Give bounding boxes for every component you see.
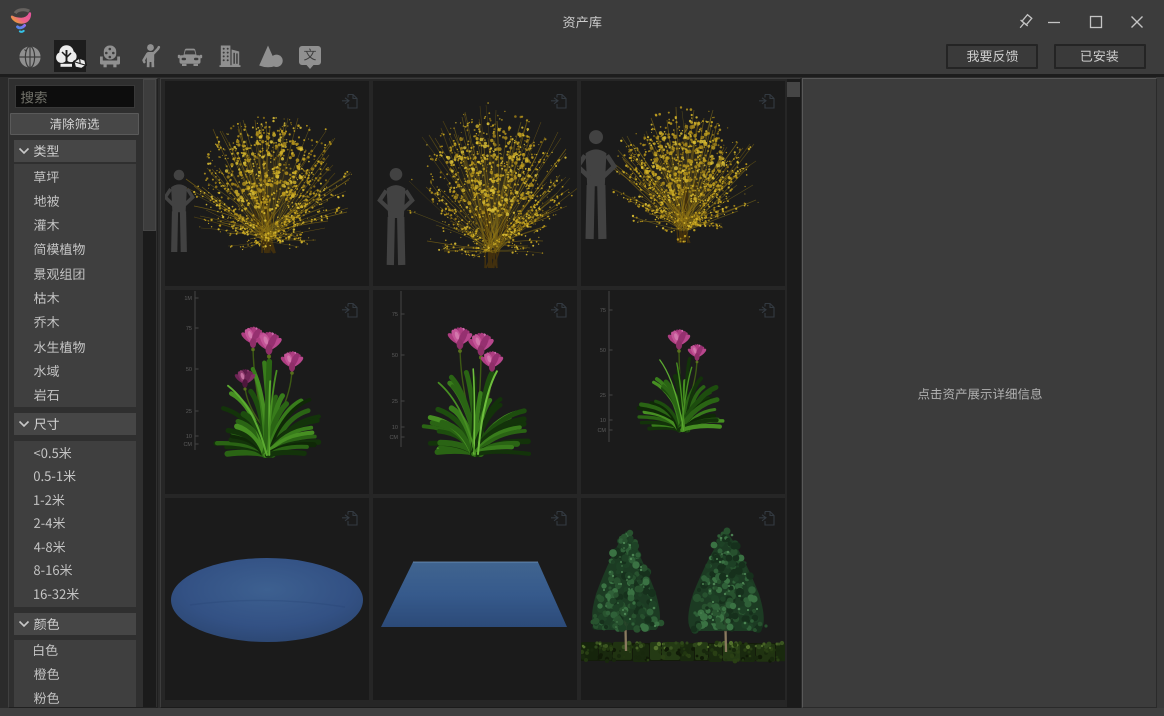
- svg-text:1M: 1M: [184, 296, 192, 302]
- svg-text:25: 25: [392, 399, 398, 405]
- svg-text:25: 25: [600, 393, 606, 399]
- svg-text:10: 10: [600, 418, 606, 424]
- svg-text:50: 50: [392, 353, 398, 359]
- svg-text:50: 50: [186, 367, 192, 373]
- svg-text:CM: CM: [183, 442, 192, 448]
- svg-text:50: 50: [600, 348, 606, 354]
- svg-text:10: 10: [392, 425, 398, 431]
- svg-text:25: 25: [186, 409, 192, 415]
- svg-text:CM: CM: [597, 428, 606, 434]
- svg-text:75: 75: [186, 326, 192, 332]
- svg-text:75: 75: [392, 312, 398, 318]
- svg-text:CM: CM: [389, 435, 398, 441]
- svg-text:10: 10: [186, 434, 192, 440]
- svg-text:75: 75: [600, 308, 606, 314]
